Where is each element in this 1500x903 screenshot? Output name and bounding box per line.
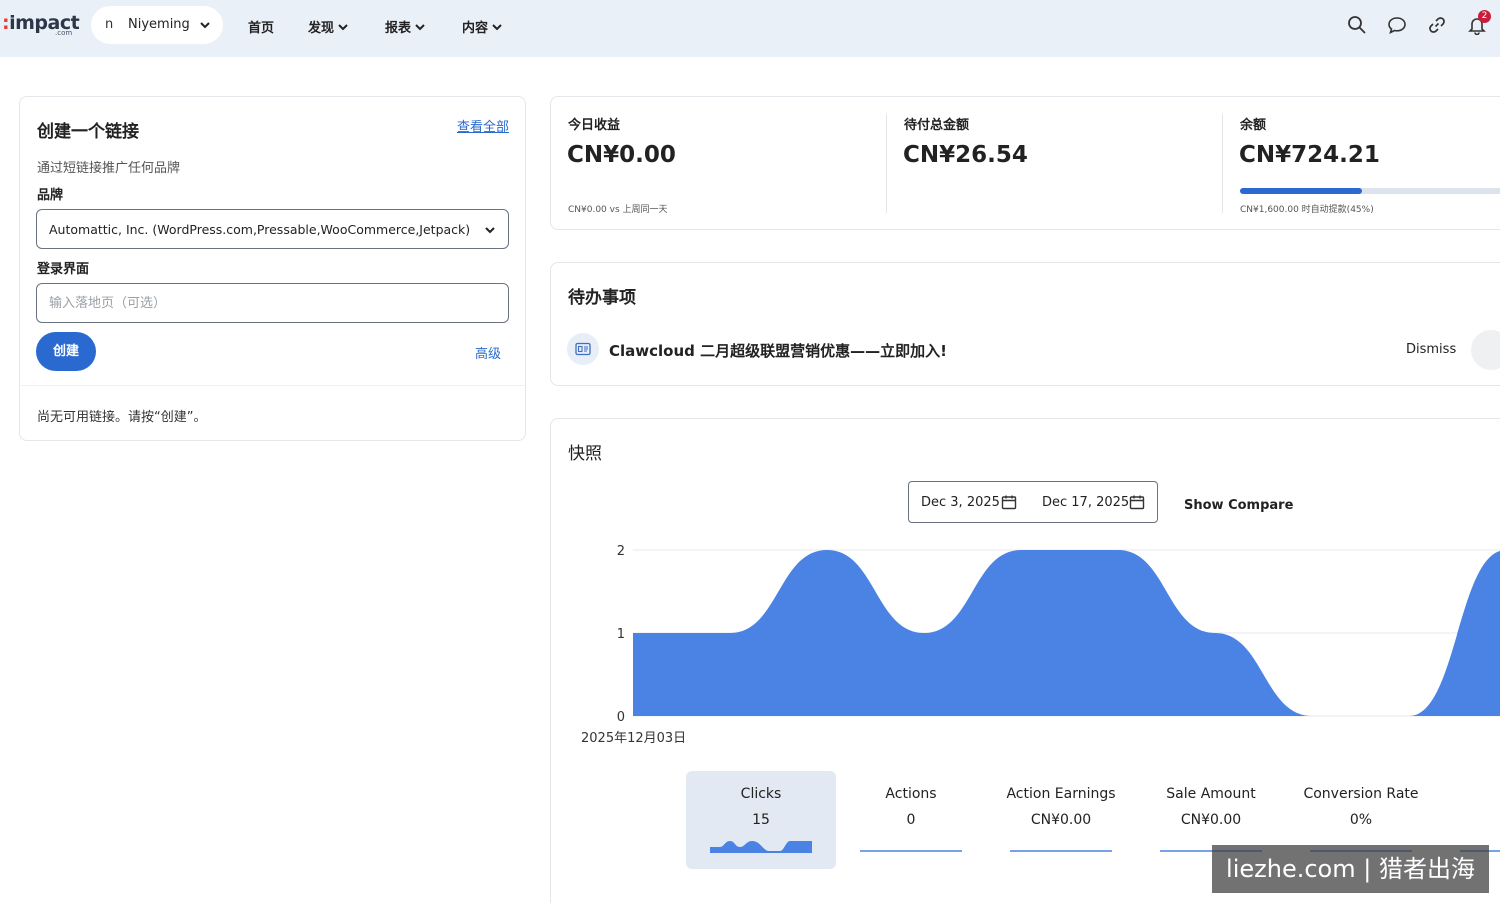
metric-value: CN¥0.00 (1030, 812, 1092, 828)
landing-page-label: 登录界面 (37, 262, 90, 277)
logo-suffix: .com (55, 29, 73, 37)
nav-home-label: 首页 (248, 21, 275, 36)
offer-icon (567, 333, 599, 365)
todo-action-button[interactable] (1471, 330, 1500, 370)
notification-badge: 2 (1478, 10, 1491, 23)
account-switcher[interactable]: n Niyeming (91, 6, 223, 44)
y-tick-label: 0 (617, 710, 625, 725)
nav-content-label: 内容 (462, 21, 489, 36)
brand-select-value: Automattic, Inc. (WordPress.com,Pressabl… (49, 222, 471, 237)
withdraw-progress-fill (1240, 188, 1362, 194)
metric-sparkline (860, 850, 962, 852)
today-earnings-label: 今日收益 (568, 118, 621, 133)
metric-label: Sale Amount (1166, 786, 1256, 802)
nav-reports[interactable]: 报表 (385, 17, 425, 36)
today-earnings-value: CN¥0.00 (567, 142, 676, 168)
metric-tab-clicks[interactable]: Clicks 15 (686, 771, 836, 869)
clicks-area-chart: 0 1 2 2025年12月03日 (581, 544, 1500, 746)
chevron-down-icon (338, 23, 348, 30)
chevron-down-icon (415, 23, 425, 30)
nav-discover-label: 发现 (308, 21, 335, 36)
todo-title: 待办事项 (568, 288, 636, 308)
pending-total: 待付总金额 CN¥26.54 (887, 97, 1222, 227)
metric-value: CN¥0.00 (1180, 812, 1242, 828)
y-tick-label: 2 (617, 544, 625, 559)
x-tick-label: 2025年12月03日 (581, 731, 686, 746)
landing-page-input[interactable] (36, 283, 509, 323)
create-button[interactable]: 创建 (36, 332, 96, 371)
earnings-card: 今日收益 CN¥0.00 CN¥0.00 vs 上周同一天 待付总金额 CN¥2… (550, 96, 1500, 230)
account-initial: n (105, 17, 114, 32)
metric-value: 15 (752, 812, 770, 828)
metric-sparkline (1010, 850, 1112, 852)
metric-label: Clicks (740, 786, 782, 802)
pending-total-label: 待付总金额 (904, 118, 970, 133)
account-name: Niyeming (128, 17, 190, 32)
metric-label: E (1436, 786, 1500, 802)
metric-value: 0 (906, 812, 916, 828)
y-tick-label: 1 (617, 627, 625, 642)
metric-tab-action-earnings[interactable]: Action Earnings CN¥0.00 (986, 771, 1136, 869)
create-link-card: 创建一个链接 查看全部 通过短链接推广任何品牌 品牌 Automattic, I… (19, 96, 526, 441)
advanced-link[interactable]: 高级 (475, 343, 501, 362)
metric-label: Actions (885, 786, 937, 802)
snapshot-card: 快照 Dec 3, 2025 Dec 17, 2025 Show Compare… (550, 418, 1500, 903)
balance-value: CN¥724.21 (1239, 142, 1380, 168)
metric-tab-actions[interactable]: Actions 0 (836, 771, 986, 869)
nav-reports-label: 报表 (385, 21, 412, 36)
metric-value: CN (1436, 812, 1500, 828)
chat-icon[interactable] (1387, 15, 1407, 35)
todo-card: 待办事项 Clawcloud 二月超级联盟营销优惠——立即加入! Dismiss (550, 262, 1500, 386)
search-icon[interactable] (1347, 15, 1367, 35)
brand-label: 品牌 (37, 188, 64, 203)
dismiss-button[interactable]: Dismiss (1406, 342, 1456, 357)
chevron-down-icon (200, 22, 210, 29)
today-earnings: 今日收益 CN¥0.00 CN¥0.00 vs 上周同一天 (551, 97, 886, 227)
todo-item-text[interactable]: Clawcloud 二月超级联盟营销优惠——立即加入! (609, 340, 947, 361)
withdraw-progress-bar (1240, 188, 1500, 194)
nav-content[interactable]: 内容 (462, 17, 502, 36)
chevron-down-icon (485, 227, 495, 234)
create-link-title: 创建一个链接 (37, 122, 139, 142)
metric-value: 0% (1349, 812, 1373, 828)
metric-label: Action Earnings (1006, 786, 1116, 802)
create-link-description: 通过短链接推广任何品牌 (37, 161, 181, 176)
brand-select[interactable]: Automattic, Inc. (WordPress.com,Pressabl… (36, 209, 509, 249)
metric-sparkline (710, 841, 812, 853)
pending-total-value: CN¥26.54 (903, 142, 1028, 168)
top-nav: :impact .com n Niyeming 首页 发现 报表 内容 2 (0, 0, 1500, 57)
view-all-link[interactable]: 查看全部 (457, 116, 509, 135)
empty-links-message: 尚无可用链接。请按“创建”。 (37, 410, 207, 425)
balance: 余额 CN¥724.21 CN¥1,600.00 时自动提款(45%) (1223, 97, 1500, 227)
today-earnings-compare: CN¥0.00 vs 上周同一天 (568, 205, 668, 215)
chevron-down-icon (492, 23, 502, 30)
metric-label: Conversion Rate (1303, 786, 1419, 802)
nav-discover[interactable]: 发现 (308, 17, 348, 36)
auto-withdraw-note: CN¥1,600.00 时自动提款(45%) (1240, 205, 1374, 215)
divider (21, 385, 525, 386)
nav-home[interactable]: 首页 (248, 17, 274, 36)
balance-label: 余额 (1240, 118, 1267, 133)
link-icon[interactable] (1427, 15, 1447, 35)
watermark: liezhe.com | 猎者出海 (1212, 845, 1489, 893)
